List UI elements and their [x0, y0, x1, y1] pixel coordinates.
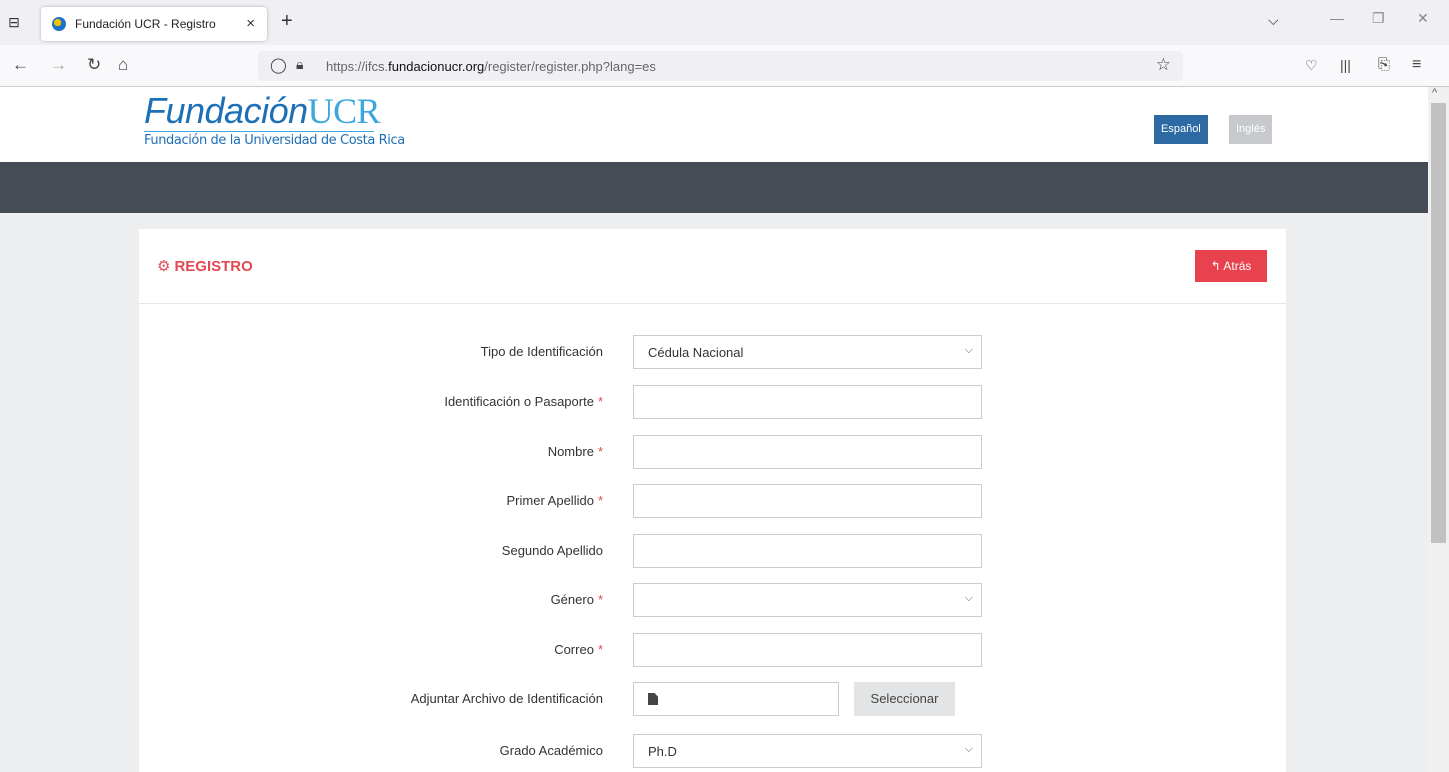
form-row-id-file: Adjuntar Archivo de Identificación Selec…	[139, 682, 1286, 716]
academic-degree-select[interactable]: Ph.D ⌵	[633, 734, 982, 768]
email-input[interactable]	[633, 633, 982, 667]
field-label: Tipo de Identificación	[480, 344, 603, 359]
scroll-up-icon[interactable]: ^	[1432, 87, 1437, 99]
forward-arrow-icon[interactable]: →	[50, 56, 67, 74]
back-button[interactable]: ↰ Atrás	[1195, 250, 1267, 282]
form-row-id-number: Identificación o Pasaporte *	[139, 385, 1286, 419]
menu-icon[interactable]: ≡	[1412, 56, 1421, 74]
form-row-email: Correo *	[139, 633, 1286, 667]
chevron-down-icon[interactable]: ⌵	[1268, 12, 1279, 29]
restore-icon[interactable]: ❐	[1372, 10, 1385, 27]
field-label: Primer Apellido *	[506, 493, 604, 508]
language-spanish-button[interactable]: Español	[1154, 115, 1208, 144]
browser-tab[interactable]: Fundación UCR - Registro ×	[41, 7, 267, 41]
gear-icon: ⚙	[157, 258, 171, 275]
close-tab-icon[interactable]: ×	[246, 15, 255, 32]
reply-arrow-icon: ↰	[1210, 259, 1221, 273]
web-page: FundaciónUCR Fundación de la Universidad…	[0, 87, 1428, 772]
chevron-down-icon: ⌵	[964, 344, 973, 356]
form-row-id-type: Tipo de Identificación Cédula Nacional ⌵	[139, 335, 1286, 369]
close-window-icon[interactable]: ✕	[1417, 10, 1429, 27]
field-label: Grado Académico	[499, 743, 603, 758]
pocket-icon[interactable]: ♡	[1305, 56, 1318, 74]
field-label: Nombre *	[547, 444, 603, 459]
field-label: Identificación o Pasaporte *	[444, 394, 603, 409]
form-row-first-surname: Primer Apellido *	[139, 484, 1286, 518]
id-type-select[interactable]: Cédula Nacional ⌵	[633, 335, 982, 369]
fundacion-ucr-logo[interactable]: FundaciónUCR Fundación de la Universidad…	[144, 91, 405, 148]
back-arrow-icon[interactable]: ←	[12, 56, 29, 74]
extensions-icon[interactable]: ⎘	[1378, 56, 1390, 74]
browser-tabbar: ⊟ Fundación UCR - Registro × + ⌵ — ❐ ✕	[0, 0, 1449, 45]
field-label: Género *	[550, 592, 603, 607]
url-bar[interactable]: ◯ 🔒︎ https://ifcs.fundacionucr.org/regis…	[258, 51, 1183, 81]
field-label: Correo *	[554, 642, 603, 657]
form-row-degree: Grado Académico Ph.D ⌵	[139, 734, 1286, 768]
library-icon[interactable]: |||	[1340, 56, 1351, 74]
card-header: ⚙ REGISTRO ↰ Atrás	[139, 229, 1286, 304]
shield-icon[interactable]: ◯	[270, 56, 287, 74]
site-header: FundaciónUCR Fundación de la Universidad…	[0, 87, 1428, 162]
id-file-input[interactable]	[633, 682, 839, 716]
tab-title: Fundación UCR - Registro	[75, 17, 216, 31]
nav-band	[0, 162, 1428, 213]
language-english-button[interactable]: Inglés	[1229, 115, 1273, 144]
bookmark-star-icon[interactable]: ☆	[1156, 55, 1171, 75]
page-title: ⚙ REGISTRO	[157, 258, 253, 275]
new-tab-icon[interactable]: +	[281, 10, 293, 33]
lock-icon[interactable]: 🔒︎	[296, 56, 303, 73]
minimize-icon[interactable]: —	[1330, 10, 1344, 26]
tab-list-icon[interactable]: ⊟	[6, 14, 22, 30]
logo-subtitle: Fundación de la Universidad de Costa Ric…	[144, 131, 405, 148]
chevron-down-icon: ⌵	[964, 592, 973, 604]
chevron-down-icon: ⌵	[964, 743, 973, 755]
select-file-button[interactable]: Seleccionar	[854, 682, 955, 716]
file-icon	[648, 693, 658, 705]
field-label: Adjuntar Archivo de Identificación	[410, 691, 603, 706]
first-surname-input[interactable]	[633, 484, 982, 518]
gender-select[interactable]: ⌵	[633, 583, 982, 617]
form-row-second-surname: Segundo Apellido	[139, 534, 1286, 568]
page-scrollbar[interactable]: ^	[1428, 87, 1449, 772]
second-surname-input[interactable]	[633, 534, 982, 568]
browser-navbar: ← → ↻ ⌂ ◯ 🔒︎ https://ifcs.fundacionucr.o…	[0, 45, 1449, 87]
home-icon[interactable]: ⌂	[118, 56, 128, 74]
registration-card: ⚙ REGISTRO ↰ Atrás Tipo de Identificación…	[139, 229, 1286, 772]
reload-icon[interactable]: ↻	[87, 56, 101, 74]
url-text[interactable]: https://ifcs.fundacionucr.org/register/r…	[326, 59, 656, 74]
name-input[interactable]	[633, 435, 982, 469]
scroll-thumb[interactable]	[1431, 103, 1446, 543]
form-row-name: Nombre *	[139, 435, 1286, 469]
id-number-input[interactable]	[633, 385, 982, 419]
site-favicon-icon	[52, 17, 66, 31]
field-label: Segundo Apellido	[501, 543, 603, 558]
form-row-gender: Género * ⌵	[139, 583, 1286, 617]
